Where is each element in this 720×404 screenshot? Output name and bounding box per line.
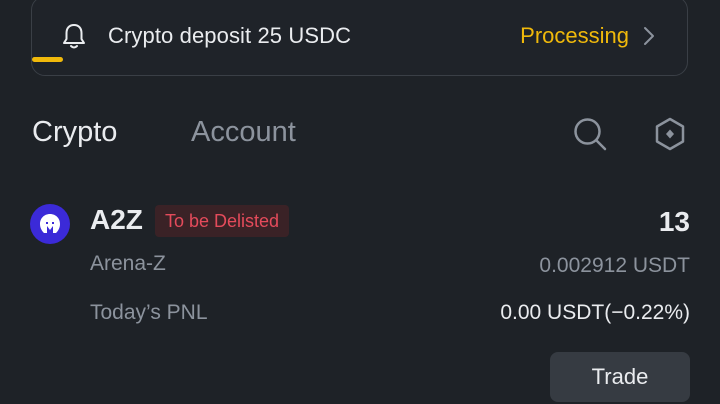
asset-value: 0.002912 USDT — [539, 254, 690, 277]
asset-full-name: Arena-Z — [90, 252, 166, 275]
banner-message: Crypto deposit 25 USDC — [108, 23, 352, 48]
arena-z-logo-icon — [30, 204, 70, 244]
search-icon[interactable] — [570, 114, 610, 154]
chevron-right-icon — [643, 25, 659, 47]
pnl-label: Today’s PNL — [90, 301, 208, 324]
assets-page: Crypto deposit 25 USDC Processing Crypto… — [0, 0, 720, 404]
asset-symbol: A2Z — [90, 204, 143, 235]
tab-crypto[interactable]: Crypto — [32, 116, 117, 149]
trade-button[interactable]: Trade — [550, 352, 690, 402]
asset-row-a2z[interactable]: A2Z To be Delisted 13 Arena-Z 0.002912 U… — [30, 200, 690, 404]
deposit-status: Processing — [520, 23, 629, 48]
active-tab-indicator — [32, 57, 63, 62]
delisting-badge: To be Delisted — [155, 205, 290, 237]
asset-amount: 13 — [658, 206, 690, 237]
pnl-value: 0.00 USDT(−0.22%) — [500, 301, 690, 324]
tab-account[interactable]: Account — [191, 116, 296, 149]
bell-icon — [60, 22, 88, 50]
hexagon-settings-icon[interactable] — [650, 114, 690, 154]
deposit-notification-banner[interactable]: Crypto deposit 25 USDC Processing — [31, 0, 688, 76]
asset-tabs: Crypto Account — [32, 112, 692, 172]
